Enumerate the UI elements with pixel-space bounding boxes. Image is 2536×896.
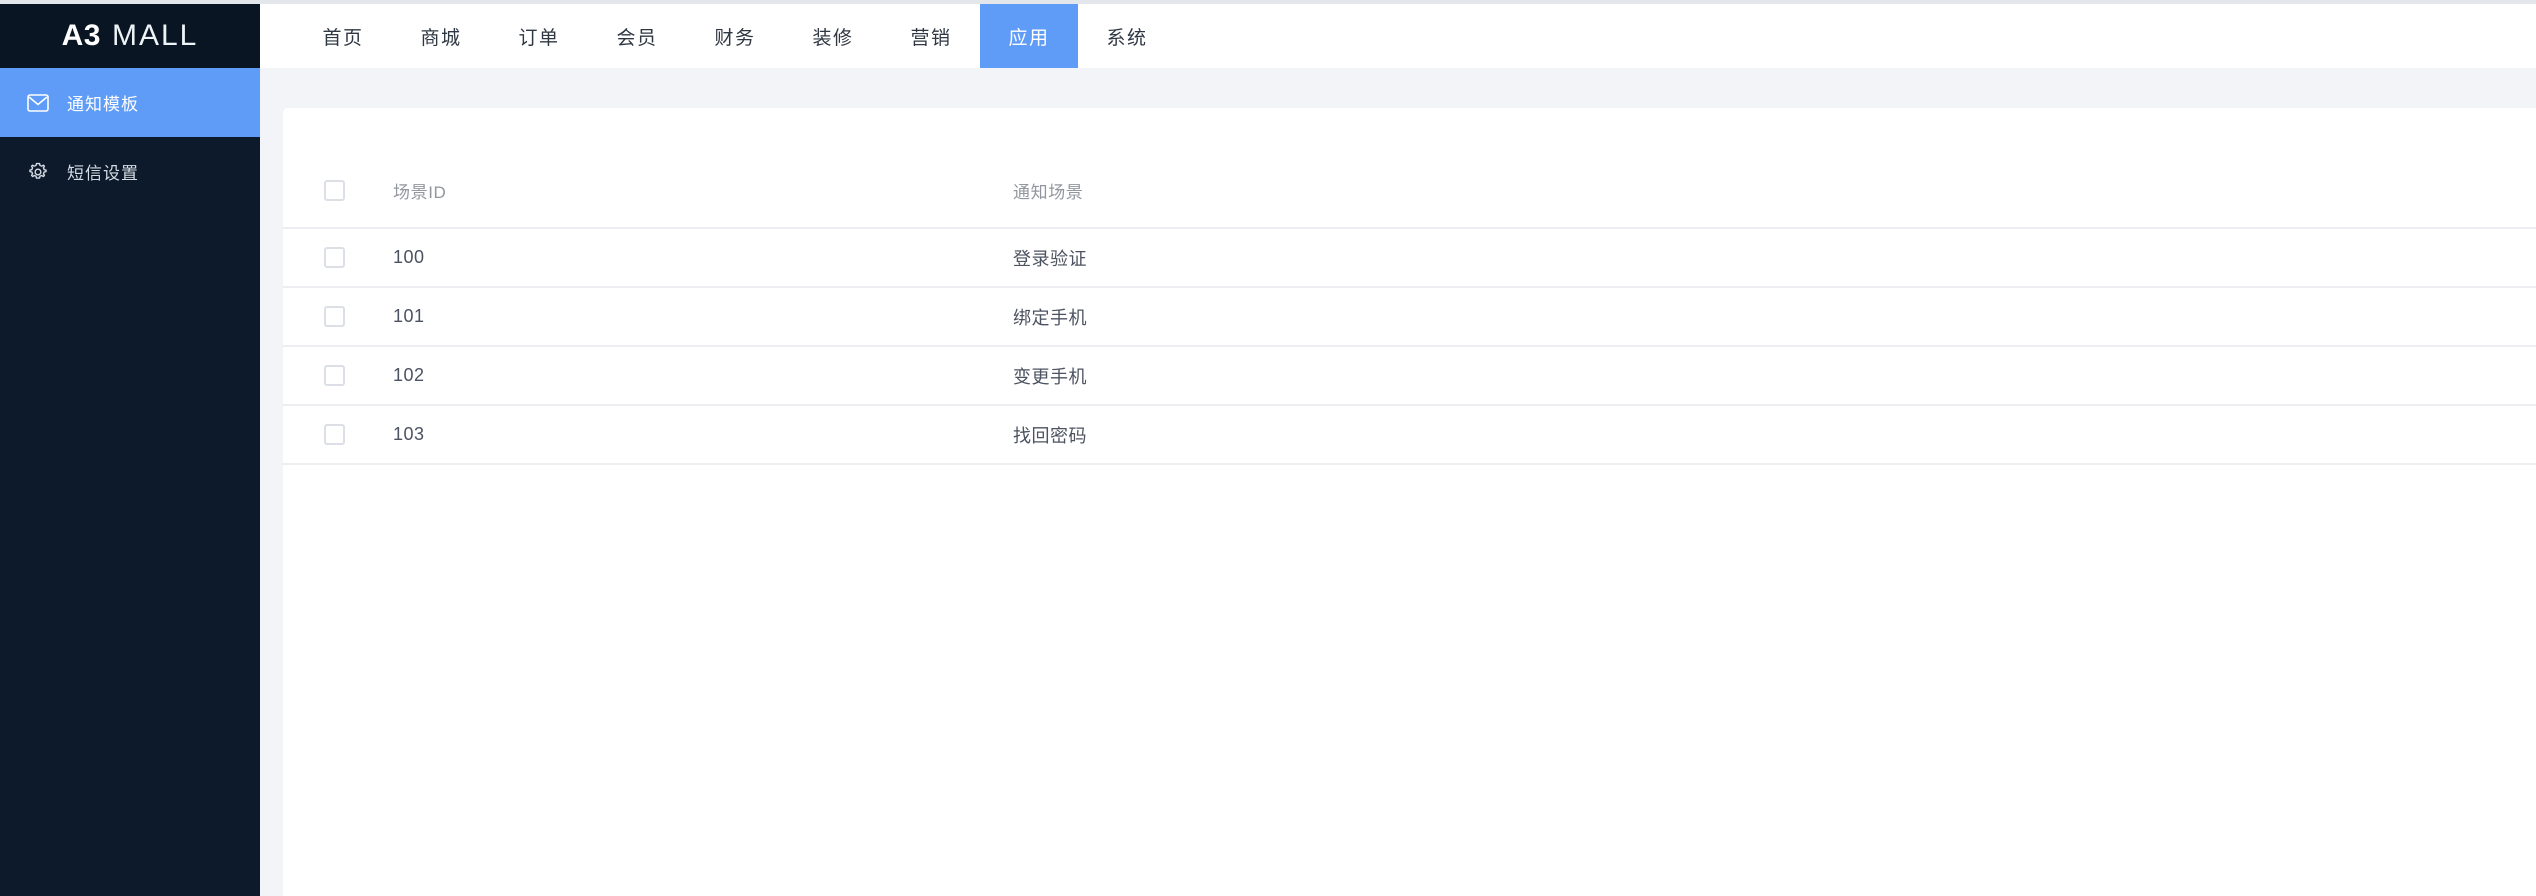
sidebar-menu: 通知模板 短信设置	[0, 68, 260, 206]
main-content: 场景ID 通知场景 100 登录验证 101 绑定手机 102 变更手机 103…	[260, 68, 2536, 896]
brand-logo-bold: A3	[61, 19, 101, 52]
tab-mall[interactable]: 商城	[392, 4, 490, 68]
cell-scene-id: 100	[383, 228, 1003, 288]
cell-scene-id: 103	[383, 405, 1003, 465]
table-header: 场景ID 通知场景	[283, 153, 2536, 229]
table-row[interactable]: 100 登录验证	[283, 228, 2536, 288]
tab-label: 商城	[420, 27, 462, 49]
tab-home[interactable]: 首页	[294, 4, 392, 68]
brand-logo[interactable]: A3 MALL	[0, 4, 260, 68]
table-row[interactable]: 102 变更手机	[283, 346, 2536, 406]
content-card: 场景ID 通知场景 100 登录验证 101 绑定手机 102 变更手机 103…	[283, 108, 2536, 896]
tab-decoration[interactable]: 装修	[784, 4, 882, 68]
tab-label: 系统	[1106, 27, 1148, 49]
column-header-scene-id[interactable]: 场景ID	[383, 153, 1003, 229]
brand-logo-light: MALL	[111, 19, 199, 52]
gear-icon	[27, 161, 49, 183]
row-checkbox[interactable]	[324, 424, 345, 445]
sidebar-item-label: 通知模板	[67, 95, 139, 114]
table-header-row: 场景ID 通知场景	[283, 153, 2536, 229]
tab-orders[interactable]: 订单	[490, 4, 588, 68]
cell-scene-id: 102	[383, 346, 1003, 406]
tab-label: 首页	[322, 27, 364, 49]
tab-label: 订单	[518, 27, 560, 49]
row-select-cell	[283, 228, 383, 288]
column-header-scene-name[interactable]: 通知场景	[1003, 153, 2536, 229]
row-select-cell	[283, 346, 383, 406]
tab-members[interactable]: 会员	[588, 4, 686, 68]
tab-label: 财务	[714, 27, 756, 49]
app-root: A3 MALL 通知模板 短信设置 首页 商城 订单 会员 财务 装修 营销 应…	[0, 0, 2536, 896]
row-checkbox[interactable]	[324, 306, 345, 327]
sidebar-item-sms-settings[interactable]: 短信设置	[0, 137, 260, 206]
row-select-cell	[283, 287, 383, 347]
mail-icon	[27, 92, 49, 114]
cell-scene-name: 登录验证	[1003, 228, 2536, 288]
table-row[interactable]: 103 找回密码	[283, 405, 2536, 465]
tab-label: 装修	[812, 27, 854, 49]
sidebar-item-label: 短信设置	[67, 164, 139, 183]
sidebar-item-notification-template[interactable]: 通知模板	[0, 68, 260, 137]
cell-scene-name: 变更手机	[1003, 346, 2536, 406]
tab-apps[interactable]: 应用	[980, 4, 1078, 68]
tab-label: 营销	[910, 27, 952, 49]
cell-scene-name: 找回密码	[1003, 405, 2536, 465]
select-all-checkbox[interactable]	[324, 179, 345, 201]
card-top-padding	[283, 108, 2536, 153]
tab-label: 应用	[1008, 27, 1050, 49]
table-body: 100 登录验证 101 绑定手机 102 变更手机 103 找回密码	[283, 228, 2536, 465]
tab-finance[interactable]: 财务	[686, 4, 784, 68]
tab-marketing[interactable]: 营销	[882, 4, 980, 68]
cell-scene-name: 绑定手机	[1003, 287, 2536, 347]
column-header-select	[283, 153, 383, 229]
cell-scene-id: 101	[383, 287, 1003, 347]
top-navigation: 首页 商城 订单 会员 财务 装修 营销 应用 系统	[260, 4, 2536, 68]
notification-template-table: 场景ID 通知场景 100 登录验证 101 绑定手机 102 变更手机 103…	[283, 153, 2536, 465]
row-checkbox[interactable]	[324, 247, 345, 268]
sidebar: A3 MALL 通知模板 短信设置	[0, 4, 260, 896]
row-select-cell	[283, 405, 383, 465]
table-row[interactable]: 101 绑定手机	[283, 287, 2536, 347]
tab-label: 会员	[616, 27, 658, 49]
tab-system[interactable]: 系统	[1078, 4, 1176, 68]
row-checkbox[interactable]	[324, 365, 345, 386]
